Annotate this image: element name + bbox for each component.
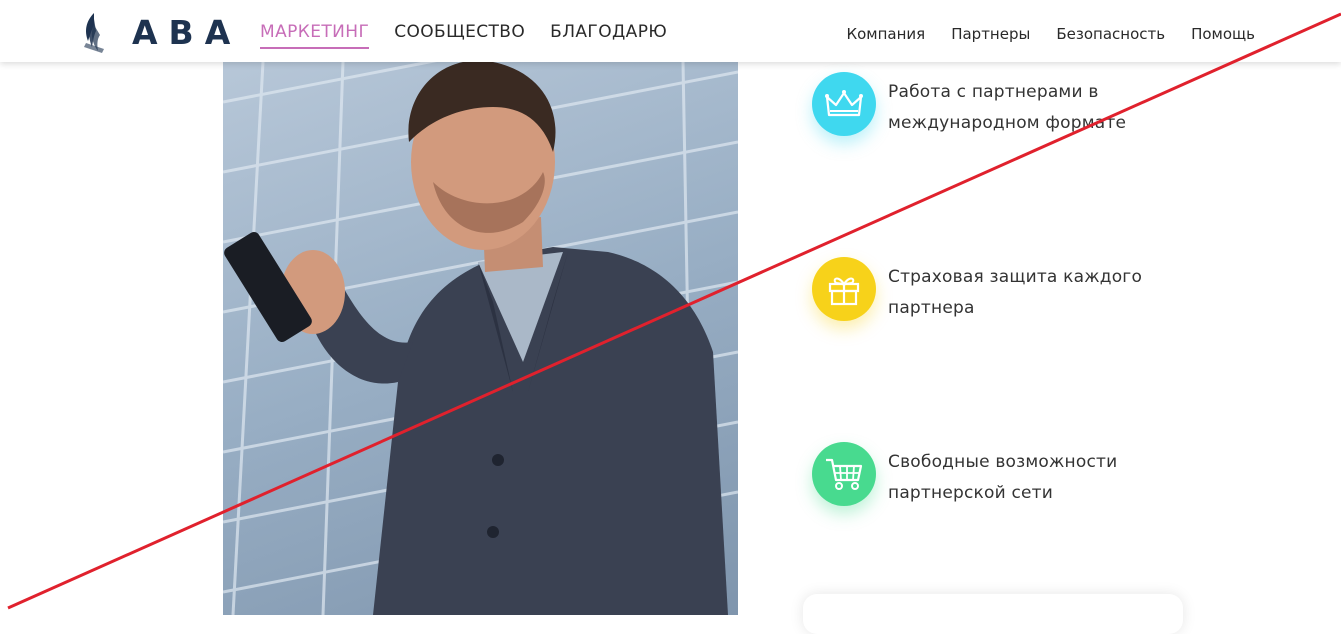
feature-text: Свободные возможности партнерской сети — [888, 452, 1118, 503]
nav-partners[interactable]: Партнеры — [951, 24, 1030, 44]
logo-text: ABA — [132, 13, 242, 52]
nav-company[interactable]: Компания — [846, 24, 925, 44]
hero-photo — [223, 62, 738, 615]
nav-marketing[interactable]: МАРКЕТИНГ — [260, 21, 370, 49]
feature-text: Страховая защита каждого партнера — [888, 267, 1143, 318]
crown-icon — [825, 90, 863, 117]
main-nav: МАРКЕТИНГ СООБЩЕСТВО БЛАГОДАРЮ — [260, 21, 692, 49]
bottom-card — [803, 594, 1183, 634]
nav-community[interactable]: СООБЩЕСТВО — [394, 21, 525, 49]
nav-help[interactable]: Помощь — [1191, 24, 1255, 44]
gift-icon — [828, 277, 860, 306]
feature-icon-circle — [812, 257, 876, 321]
site-header: ABA МАРКЕТИНГ СООБЩЕСТВО БЛАГОДАРЮ Компа… — [0, 0, 1341, 62]
feature-icon-circle — [812, 442, 876, 506]
feature-text: Работа с партнерами в международном форм… — [888, 82, 1127, 133]
feature-icon-circle — [812, 72, 876, 136]
nav-thanks[interactable]: БЛАГОДАРЮ — [550, 21, 667, 49]
photo-man-with-smartphone-icon — [223, 62, 738, 615]
cart-icon — [826, 458, 863, 490]
wing-logo-icon — [84, 13, 104, 53]
secondary-nav: Компания Партнеры Безопасность Помощь — [820, 24, 1255, 44]
logo[interactable]: ABA — [82, 13, 241, 53]
nav-security[interactable]: Безопасность — [1056, 24, 1165, 44]
